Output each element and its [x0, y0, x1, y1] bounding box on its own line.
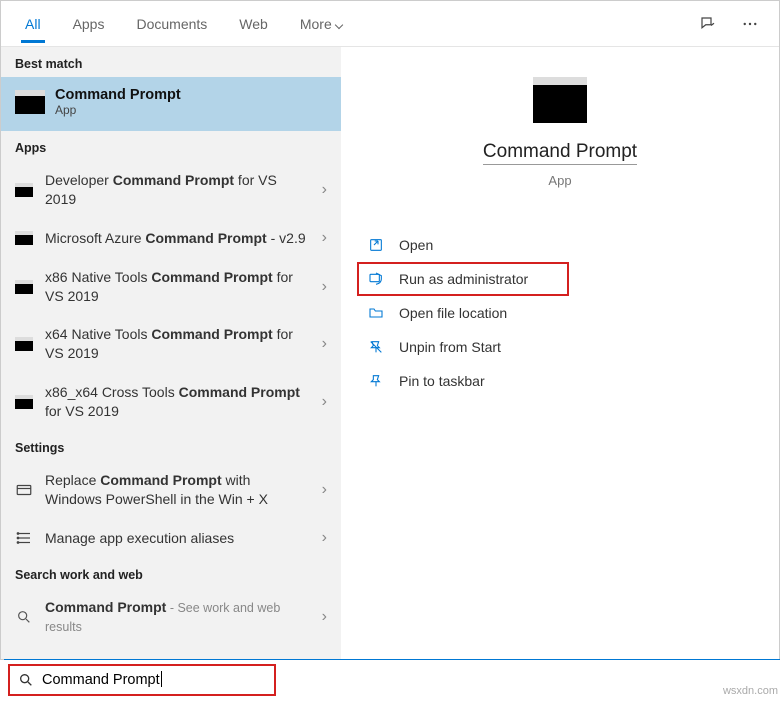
settings-result[interactable]: Manage app execution aliases › — [1, 519, 341, 558]
section-search-web: Search work and web — [1, 558, 341, 588]
best-match-title: Command Prompt — [55, 87, 181, 103]
action-unpin-start[interactable]: Unpin from Start — [341, 330, 769, 364]
action-label: Unpin from Start — [399, 339, 501, 355]
best-match-sub: App — [55, 103, 181, 117]
web-result-label: Command Prompt - See work and web result… — [45, 598, 306, 636]
app-result-label: x64 Native Tools Command Prompt for VS 2… — [45, 325, 306, 363]
app-result[interactable]: x86_x64 Cross Tools Command Prompt for V… — [1, 373, 341, 431]
cmd-icon — [15, 395, 33, 409]
open-icon — [367, 237, 385, 253]
chevron-right-icon[interactable]: › — [318, 335, 331, 353]
tab-documents[interactable]: Documents — [124, 6, 219, 42]
action-label: Pin to taskbar — [399, 373, 485, 389]
chevron-down-icon — [335, 20, 343, 28]
feedback-icon[interactable] — [691, 7, 725, 41]
more-options-icon[interactable] — [733, 7, 767, 41]
window-swap-icon — [15, 481, 33, 499]
app-result[interactable]: Microsoft Azure Command Prompt - v2.9 › — [1, 219, 341, 258]
section-best-match: Best match — [1, 47, 341, 77]
cmd-icon — [15, 280, 33, 294]
section-apps: Apps — [1, 131, 341, 161]
pin-icon — [367, 373, 385, 389]
search-value: Command Prompt — [42, 671, 162, 688]
app-result[interactable]: Developer Command Prompt for VS 2019 › — [1, 161, 341, 219]
chevron-right-icon[interactable]: › — [318, 608, 331, 626]
tab-web[interactable]: Web — [227, 6, 280, 42]
watermark: wsxdn.com — [723, 685, 778, 697]
preview-sub: App — [548, 173, 571, 188]
chevron-right-icon[interactable]: › — [318, 393, 331, 411]
folder-icon — [367, 305, 385, 321]
action-label: Open — [399, 237, 433, 253]
action-label: Run as administrator — [399, 271, 528, 287]
chevron-right-icon[interactable]: › — [318, 529, 331, 547]
settings-result-label: Replace Command Prompt with Windows Powe… — [45, 471, 306, 509]
cmd-icon — [15, 231, 33, 245]
alias-icon — [15, 529, 33, 547]
preview-title: Command Prompt — [483, 141, 637, 165]
cmd-icon — [15, 90, 45, 114]
web-result[interactable]: Command Prompt - See work and web result… — [1, 588, 341, 646]
settings-result[interactable]: Replace Command Prompt with Windows Powe… — [1, 461, 341, 519]
chevron-right-icon[interactable]: › — [318, 181, 331, 199]
settings-result-label: Manage app execution aliases — [45, 529, 306, 548]
tab-apps[interactable]: Apps — [61, 6, 117, 42]
cmd-icon — [15, 183, 33, 197]
chevron-right-icon[interactable]: › — [318, 481, 331, 499]
search-input[interactable]: Command Prompt — [8, 664, 276, 696]
action-run-admin[interactable]: Run as administrator — [357, 262, 569, 296]
search-icon — [18, 672, 34, 688]
app-result-label: x86_x64 Cross Tools Command Prompt for V… — [45, 383, 306, 421]
search-bar: Command Prompt — [4, 659, 780, 699]
search-icon — [15, 608, 33, 626]
cmd-icon — [15, 337, 33, 351]
results-panel: Best match Command Prompt App Apps Devel… — [1, 47, 341, 659]
action-open-location[interactable]: Open file location — [341, 296, 769, 330]
action-label: Open file location — [399, 305, 507, 321]
chevron-right-icon[interactable]: › — [318, 278, 331, 296]
best-match-item[interactable]: Command Prompt App — [1, 77, 341, 131]
unpin-icon — [367, 339, 385, 355]
section-settings: Settings — [1, 431, 341, 461]
app-result-label: x86 Native Tools Command Prompt for VS 2… — [45, 268, 306, 306]
app-result-label: Microsoft Azure Command Prompt - v2.9 — [45, 229, 306, 248]
admin-icon — [367, 271, 385, 287]
app-result[interactable]: x86 Native Tools Command Prompt for VS 2… — [1, 258, 341, 316]
cmd-icon — [533, 77, 587, 123]
action-open[interactable]: Open — [341, 228, 769, 262]
action-pin-taskbar[interactable]: Pin to taskbar — [341, 364, 769, 398]
app-result-label: Developer Command Prompt for VS 2019 — [45, 171, 306, 209]
search-tabs: All Apps Documents Web More — [1, 1, 779, 47]
tab-all[interactable]: All — [13, 6, 53, 42]
tab-more[interactable]: More — [288, 6, 354, 42]
preview-panel: Command Prompt App Open Run as administr… — [341, 47, 779, 659]
app-result[interactable]: x64 Native Tools Command Prompt for VS 2… — [1, 315, 341, 373]
chevron-right-icon[interactable]: › — [318, 229, 331, 247]
